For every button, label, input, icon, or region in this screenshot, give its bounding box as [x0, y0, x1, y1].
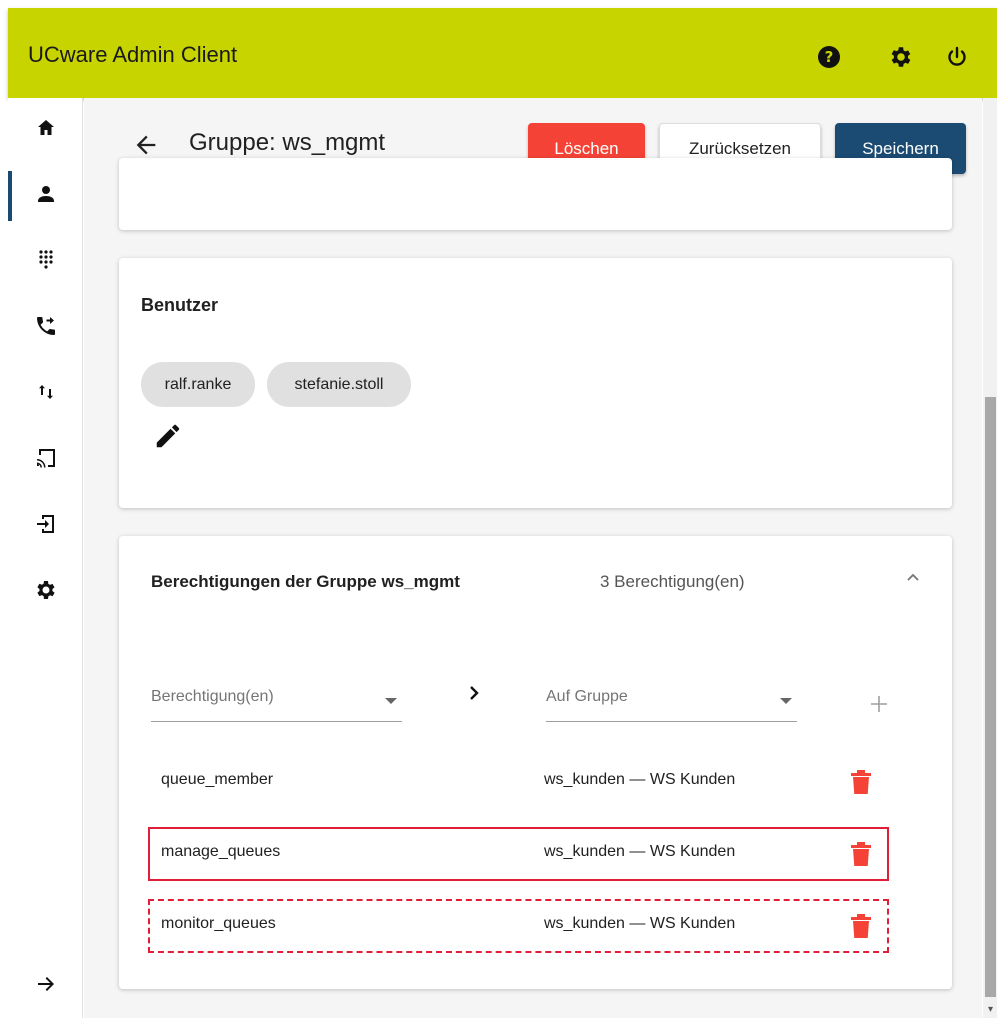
power-icon[interactable]	[944, 44, 970, 70]
permission-row: manage_queues ws_kunden — WS Kunden	[148, 827, 889, 881]
sidebar-item-login[interactable]	[8, 501, 83, 551]
user-chip[interactable]: stefanie.stoll	[267, 362, 411, 407]
user-chip[interactable]: ralf.ranke	[141, 362, 255, 407]
permissions-title: Berechtigungen der Gruppe ws_mgmt	[151, 572, 460, 591]
main-content: Gruppe: ws_mgmt Löschen Zurücksetzen Spe…	[84, 98, 982, 1018]
caret-down-icon	[780, 698, 792, 704]
dialpad-icon	[34, 248, 58, 277]
svg-text:?: ?	[825, 48, 834, 66]
sidebar-item-transfer[interactable]	[8, 369, 83, 419]
phone-forward-icon	[34, 314, 58, 343]
permission-select[interactable]: Berechtigung(en)	[151, 684, 402, 722]
collapsed-card	[119, 158, 952, 230]
page-title: Gruppe: ws_mgmt	[189, 129, 386, 156]
permission-group: ws_kunden — WS Kunden	[544, 843, 736, 860]
sidebar-expand-button[interactable]	[8, 961, 83, 1011]
sidebar-nav	[8, 98, 83, 1018]
sidebar-item-cast[interactable]	[8, 435, 83, 485]
sidebar-item-users[interactable]	[8, 171, 83, 221]
permission-row: queue_member ws_kunden — WS Kunden	[148, 755, 889, 809]
permissions-count: 3 Berechtigung(en)	[600, 572, 745, 591]
sidebar-item-settings[interactable]	[8, 567, 83, 617]
group-select[interactable]: Auf Gruppe	[546, 684, 797, 722]
swap-vert-icon	[34, 380, 58, 409]
permission-group: ws_kunden — WS Kunden	[544, 771, 736, 788]
permission-group: ws_kunden — WS Kunden	[544, 915, 736, 932]
edit-icon[interactable]	[153, 421, 183, 451]
add-icon[interactable]	[867, 692, 891, 716]
chevron-up-icon[interactable]	[901, 566, 925, 590]
users-heading: Benutzer	[141, 295, 219, 315]
permission-select-placeholder: Berechtigung(en)	[151, 688, 274, 705]
permission-name: manage_queues	[161, 843, 281, 860]
chevron-right-icon	[462, 681, 486, 705]
users-card: Benutzer ralf.ranke stefanie.stoll	[119, 258, 952, 508]
person-icon	[34, 182, 58, 211]
permission-name: queue_member	[161, 771, 274, 788]
trash-icon[interactable]	[849, 840, 875, 870]
trash-icon[interactable]	[849, 768, 875, 798]
permission-row: monitor_queues ws_kunden — WS Kunden	[148, 899, 889, 953]
sidebar-item-call-forwarding[interactable]	[8, 303, 83, 353]
help-icon[interactable]: ?	[816, 44, 842, 70]
permission-name: monitor_queues	[161, 915, 276, 932]
settings-icon[interactable]	[888, 44, 914, 70]
scroll-down-icon[interactable]: ▾	[985, 1004, 996, 1016]
trash-icon[interactable]	[849, 912, 875, 942]
back-arrow-icon[interactable]	[132, 131, 160, 159]
settings-icon	[34, 578, 58, 607]
cast-icon	[34, 446, 58, 475]
home-icon	[34, 116, 58, 145]
app-title: UCware Admin Client	[28, 42, 238, 67]
sidebar-item-dialpad[interactable]	[8, 237, 83, 287]
scrollbar-thumb[interactable]	[985, 397, 996, 997]
login-icon	[34, 512, 58, 541]
caret-down-icon	[385, 698, 397, 704]
top-app-bar: UCware Admin Client ?	[8, 8, 997, 98]
sidebar-item-home[interactable]	[8, 105, 83, 155]
group-select-placeholder: Auf Gruppe	[546, 688, 628, 705]
arrow-right-icon	[34, 972, 58, 1001]
permissions-card: Berechtigungen der Gruppe ws_mgmt 3 Bere…	[119, 536, 952, 989]
